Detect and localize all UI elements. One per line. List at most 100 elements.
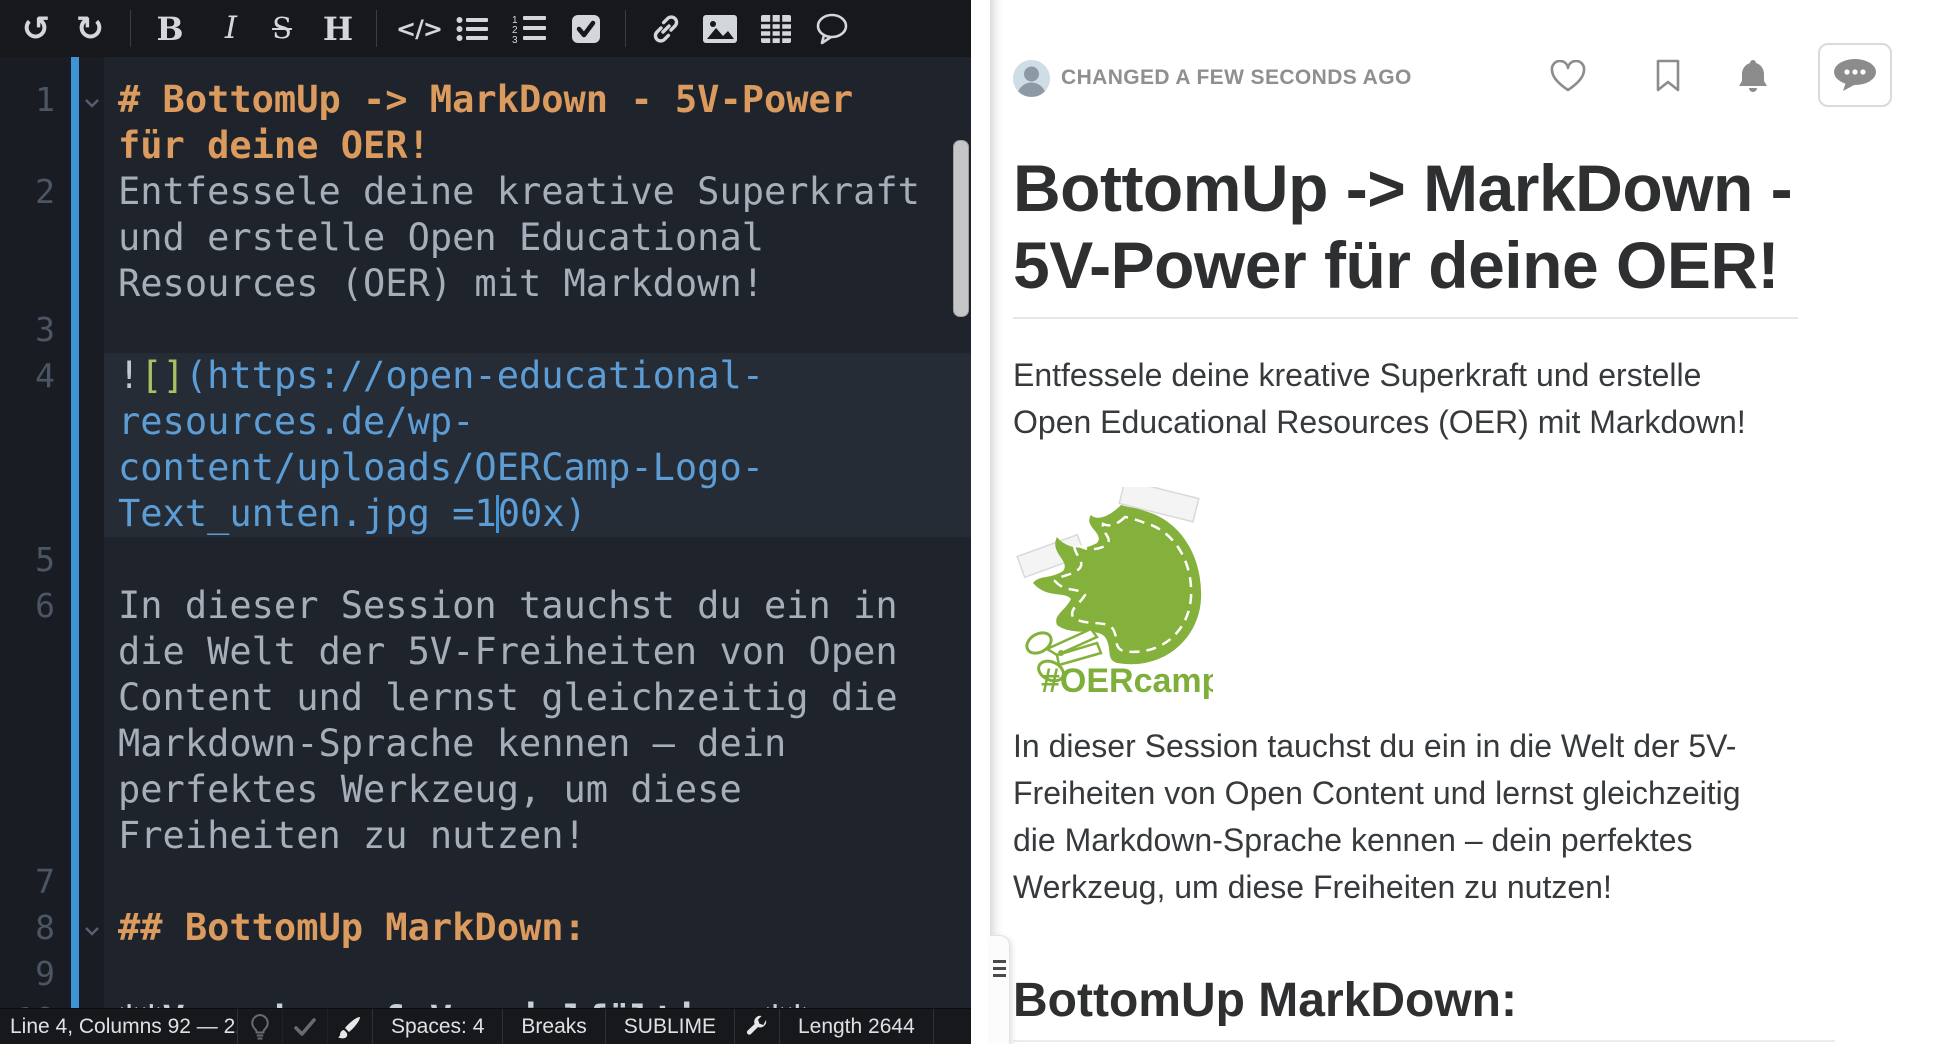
code-line-text (104, 859, 971, 905)
line-number: 2 (0, 169, 55, 215)
line-number: 1 (0, 77, 55, 123)
editor-scrollbar-thumb[interactable] (953, 140, 969, 317)
line-number: 7 (0, 859, 55, 905)
line-number: 9 (0, 951, 55, 997)
redo-icon[interactable]: ↻ (70, 0, 110, 57)
code-line-text: Markdown-Sprache kennen – dein (104, 721, 971, 767)
line-number: 8 (0, 905, 55, 951)
link-icon[interactable] (645, 0, 687, 57)
doc-title-line: 5V-Power für deine OER! (1013, 227, 1835, 304)
editor-row[interactable]: Markdown-Sprache kennen – dein (0, 721, 971, 767)
code-line-text (104, 951, 971, 997)
title-divider (1013, 317, 1798, 319)
markdown-editor-app: ↺ ↻ B I S H </> 123 (0, 0, 1938, 1044)
bookmark-icon[interactable] (1655, 59, 1681, 98)
code-line-text: Entfessele deine kreative Superkraft (104, 169, 971, 215)
paragraph-line: Werkzeug, um diese Freiheiten zu nutzen! (1013, 864, 1853, 911)
heading-icon[interactable]: H (317, 0, 359, 57)
editor-row[interactable]: 3 (0, 307, 971, 353)
editor-row[interactable]: content/uploads/OERCamp-Logo- (0, 445, 971, 491)
editor-row[interactable]: und erstelle Open Educational (0, 215, 971, 261)
toolbar-separator (625, 10, 626, 47)
code-line-text: Content und lernst gleichzeitig die (104, 675, 971, 721)
cursor-position[interactable]: Line 4, Columns 92 — 21 (0, 1009, 238, 1044)
editor-row[interactable]: 4 ![](https://open-educational- (0, 353, 971, 399)
editor-row[interactable]: 5 (0, 537, 971, 583)
open-comments-button[interactable] (1818, 43, 1892, 107)
code-line-text (104, 307, 971, 353)
intro-paragraph: Entfessele deine kreative Superkraft und… (1013, 352, 1853, 446)
code-line-text: ![](https://open-educational- (104, 353, 971, 399)
editor-row[interactable]: 10**Verwahren & Vervielfältigen** (0, 997, 971, 1008)
editor-row[interactable]: perfektes Werkzeug, um diese (0, 767, 971, 813)
editor-row[interactable]: 9 (0, 951, 971, 997)
wrench-icon[interactable] (735, 1009, 780, 1044)
paragraph-line: Entfessele deine kreative Superkraft und… (1013, 352, 1853, 399)
fold-chevron-icon[interactable] (84, 95, 100, 113)
code-line-text: **Verwahren & Vervielfältigen** (104, 997, 971, 1008)
editor-row[interactable]: 8 ## BottomUp MarkDown: (0, 905, 971, 951)
editor-row[interactable]: 7 (0, 859, 971, 905)
lightbulb-icon[interactable] (238, 1009, 283, 1044)
indent-setting[interactable]: Spaces: 4 (373, 1009, 503, 1044)
doc-length[interactable]: Length 2644 (780, 1009, 934, 1044)
logo-caption: #OERcamp (1041, 662, 1213, 699)
line-number: 4 (0, 353, 55, 399)
editor-row[interactable]: 1 # BottomUp -> MarkDown - 5V-Power (0, 77, 971, 123)
code-line-text: In dieser Session tauchst du ein in (104, 583, 971, 629)
preview-pane: CHANGED A FEW SECONDS AGO BottomUp -> Ma… (990, 0, 1938, 1044)
toc-toggle-handle[interactable] (990, 935, 1010, 1044)
code-line-text: Text_unten.jpg =100x) (104, 491, 971, 537)
editor-row[interactable]: resources.de/wp- (0, 399, 971, 445)
code-line-text: perfektes Werkzeug, um diese (104, 767, 971, 813)
doc-title-line: BottomUp -> MarkDown - (1013, 150, 1835, 227)
code-line-text: und erstelle Open Educational (104, 215, 971, 261)
editor-row[interactable]: 6In dieser Session tauchst du ein in (0, 583, 971, 629)
toolbar-separator (130, 10, 131, 47)
brush-icon[interactable] (328, 1009, 373, 1044)
bell-icon[interactable] (1735, 57, 1771, 100)
editor-row[interactable]: die Welt der 5V-Freiheiten von Open (0, 629, 971, 675)
paragraph-line: Freiheiten von Open Content und lernst g… (1013, 770, 1853, 817)
section-heading: BottomUp MarkDown: (1013, 973, 1835, 1042)
editor-row[interactable]: Content und lernst gleichzeitig die (0, 675, 971, 721)
comment-icon[interactable] (810, 0, 854, 57)
code-line-text: resources.de/wp- (104, 399, 971, 445)
code-editor[interactable]: 1 # BottomUp -> MarkDown - 5V-Powerfür de… (0, 57, 971, 1008)
fold-chevron-icon[interactable] (84, 923, 100, 941)
paragraph-line: In dieser Session tauchst du ein in die … (1013, 723, 1853, 770)
avatar[interactable] (1013, 60, 1050, 97)
editor-row[interactable]: 2 Entfessele deine kreative Superkraft (0, 169, 971, 215)
session-paragraph: In dieser Session tauchst du ein in die … (1013, 723, 1853, 911)
ordered-list-icon[interactable]: 123 (508, 0, 550, 57)
strikethrough-icon[interactable]: S (263, 0, 301, 57)
editor-row[interactable]: Freiheiten zu nutzen! (0, 813, 971, 859)
heart-icon[interactable] (1550, 60, 1586, 99)
editor-row[interactable]: Resources (OER) mit Markdown! (0, 261, 971, 307)
code-line-text: Resources (OER) mit Markdown! (104, 261, 971, 307)
keymap-setting[interactable]: SUBLIME (606, 1009, 735, 1044)
image-icon[interactable] (698, 0, 742, 57)
code-line-text: ## BottomUp MarkDown: (104, 905, 971, 951)
editor-row[interactable]: für deine OER! (0, 123, 971, 169)
code-line-text: für deine OER! (104, 123, 971, 169)
oercamp-logo: #OERcamp (1013, 487, 1213, 699)
pane-divider[interactable] (971, 0, 990, 1044)
editor-row[interactable]: Text_unten.jpg =100x) (0, 491, 971, 537)
paragraph-line: die Markdown-Sprache kennen – dein perfe… (1013, 817, 1853, 864)
code-line-text (104, 537, 971, 583)
editor-pane[interactable]: ↺ ↻ B I S H </> 123 (0, 0, 971, 1044)
table-icon[interactable] (755, 0, 797, 57)
editor-rows: 1 # BottomUp -> MarkDown - 5V-Powerfür de… (0, 77, 971, 1008)
check-icon[interactable] (283, 1009, 328, 1044)
undo-icon[interactable]: ↺ (16, 0, 56, 57)
code-icon[interactable]: </> (394, 0, 444, 57)
code-line-text: # BottomUp -> MarkDown - 5V-Power (104, 77, 971, 123)
toolbar-separator (376, 10, 377, 47)
unordered-list-icon[interactable] (452, 0, 492, 57)
italic-icon[interactable]: I (213, 0, 249, 57)
paragraph-line: Open Educational Resources (OER) mit Mar… (1013, 399, 1853, 446)
check-list-icon[interactable] (566, 0, 606, 57)
bold-icon[interactable]: B (150, 0, 190, 57)
linebreak-setting[interactable]: Breaks (503, 1009, 605, 1044)
